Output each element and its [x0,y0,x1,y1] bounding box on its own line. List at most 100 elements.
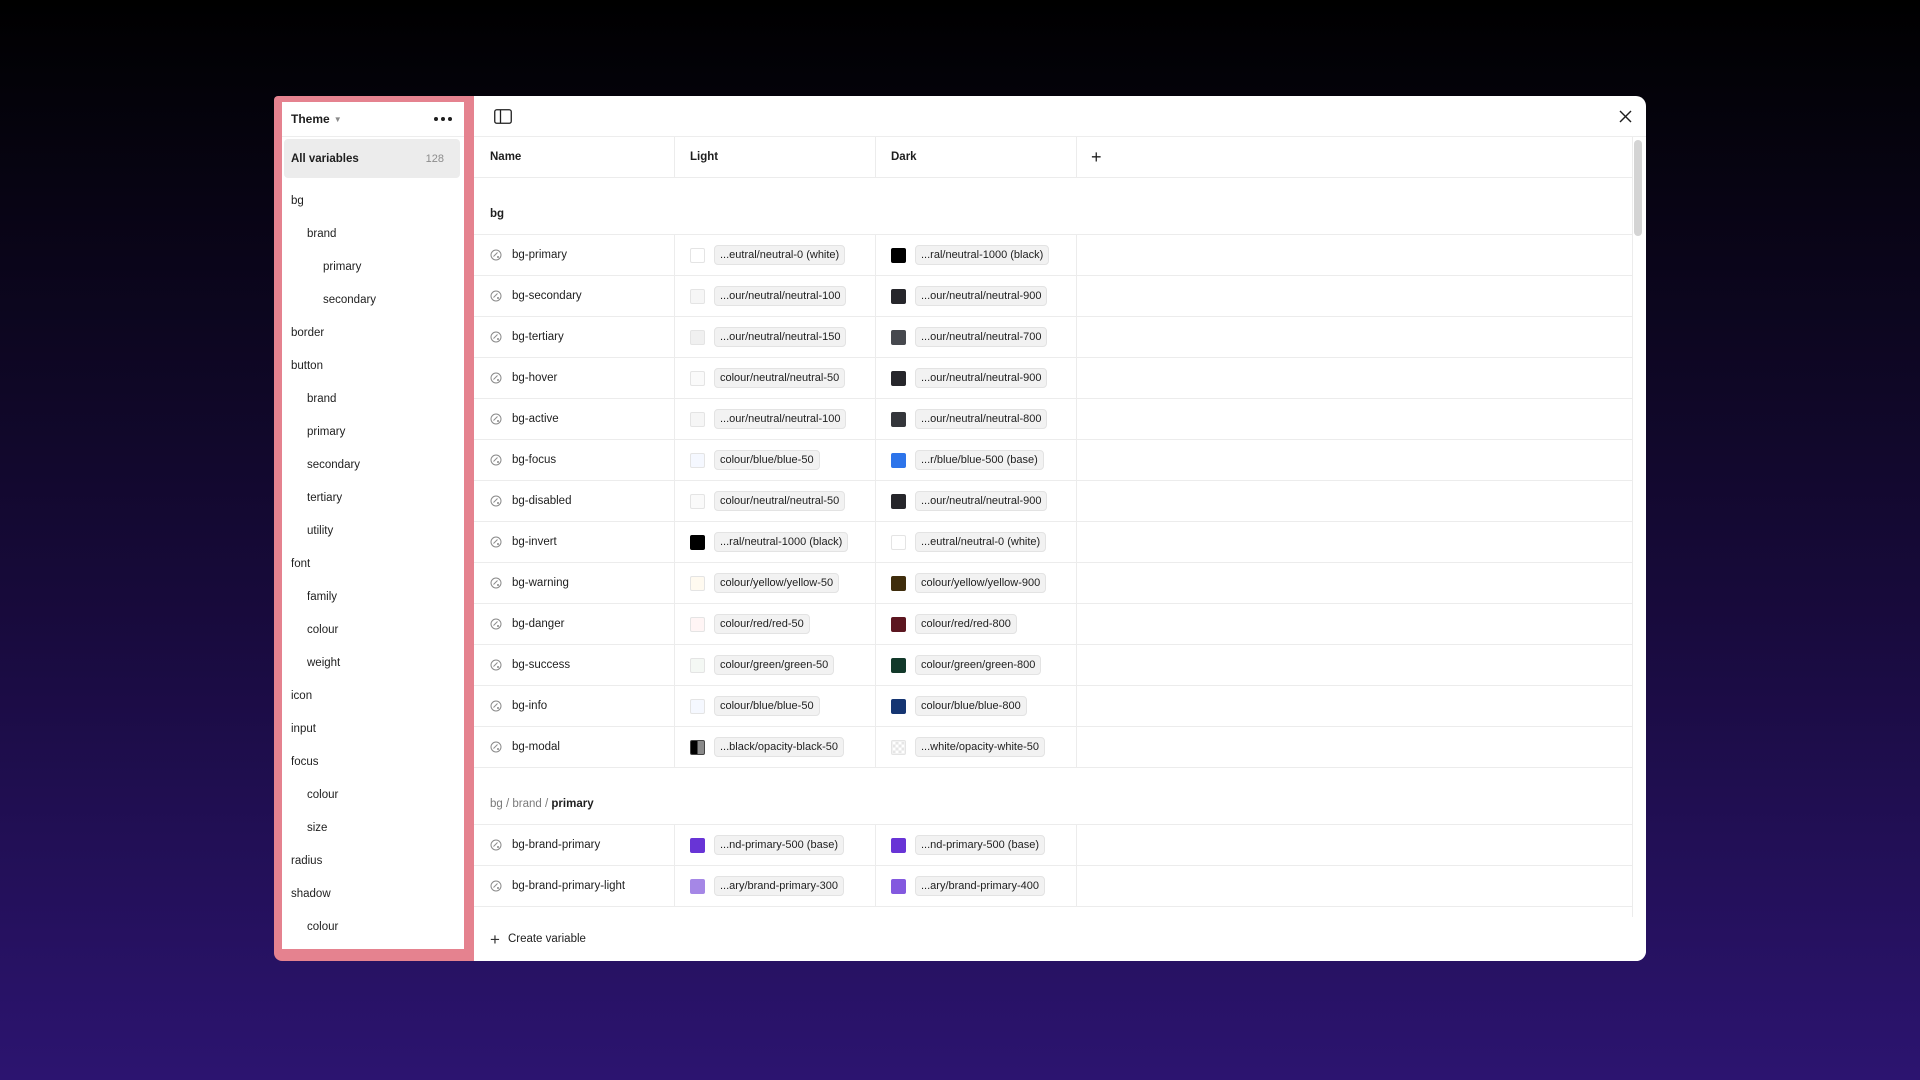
color-swatch[interactable] [690,288,705,304]
table-row[interactable]: bg-warning colour/yellow/yellow-50 colour/… [474,563,1632,604]
alias-pill[interactable]: ...our/neutral/neutral-900 [915,286,1048,306]
add-mode-icon[interactable]: + [1077,137,1632,177]
sidebar-item[interactable]: bg [282,184,464,217]
color-swatch[interactable] [891,493,906,509]
light-value-cell[interactable]: colour/red/red-50 [675,604,876,644]
alias-pill[interactable]: colour/red/red-50 [714,614,810,634]
dark-value-cell[interactable]: ...our/neutral/neutral-900 [876,481,1077,521]
color-swatch[interactable] [690,452,705,468]
light-value-cell[interactable]: ...eutral/neutral-0 (white) [675,235,876,275]
variable-name-cell[interactable]: bg-danger [474,604,675,644]
alias-pill[interactable]: colour/yellow/yellow-900 [915,573,1047,593]
sidebar-item[interactable]: weight [282,646,464,679]
color-swatch[interactable] [690,493,705,509]
variable-name-cell[interactable]: bg-warning [474,563,675,603]
alias-pill[interactable]: colour/yellow/yellow-50 [714,573,840,593]
dark-value-cell[interactable]: colour/green/green-800 [876,645,1077,685]
dark-value-cell[interactable]: ...ary/brand-primary-400 [876,866,1077,906]
more-options-icon[interactable] [430,113,456,125]
dark-value-cell[interactable]: ...our/neutral/neutral-700 [876,317,1077,357]
color-swatch[interactable] [690,837,705,853]
color-swatch[interactable] [690,739,705,755]
alias-pill[interactable]: ...black/opacity-black-50 [714,737,844,757]
variable-name-cell[interactable]: bg-invert [474,522,675,562]
column-header-name[interactable]: Name [474,137,675,177]
variable-name-cell[interactable]: bg-success [474,645,675,685]
variable-name-cell[interactable]: bg-info [474,686,675,726]
alias-pill[interactable]: ...nd-primary-500 (base) [714,835,844,855]
dark-value-cell[interactable]: colour/red/red-800 [876,604,1077,644]
alias-pill[interactable]: colour/blue/blue-800 [915,696,1027,716]
dark-value-cell[interactable]: ...ral/neutral-1000 (black) [876,235,1077,275]
dark-value-cell[interactable]: ...our/neutral/neutral-800 [876,399,1077,439]
toggle-sidebar-icon[interactable] [494,109,512,124]
light-value-cell[interactable]: colour/green/green-50 [675,645,876,685]
table-row[interactable]: bg-tertiary ...our/neutral/neutral-150...… [474,317,1632,358]
light-value-cell[interactable]: ...our/neutral/neutral-100 [675,399,876,439]
table-row[interactable]: bg-secondary ...our/neutral/neutral-100..… [474,276,1632,317]
alias-pill[interactable]: colour/red/red-800 [915,614,1017,634]
dark-value-cell[interactable]: colour/blue/blue-800 [876,686,1077,726]
color-swatch[interactable] [891,698,906,714]
table-row[interactable]: bg-invert ...ral/neutral-1000 (black) ...e… [474,522,1632,563]
table-row[interactable]: bg-info colour/blue/blue-50 colour/blue/bl… [474,686,1632,727]
column-header-light[interactable]: Light [675,137,876,177]
light-value-cell[interactable]: ...nd-primary-500 (base) [675,825,876,865]
color-swatch[interactable] [891,411,906,427]
sidebar-item[interactable]: family [282,580,464,613]
sidebar-item[interactable]: button [282,349,464,382]
variable-name-cell[interactable]: bg-disabled [474,481,675,521]
table-row[interactable]: bg-success colour/green/green-50 colour/gr… [474,645,1632,686]
variable-name-cell[interactable]: bg-primary [474,235,675,275]
alias-pill[interactable]: ...ral/neutral-1000 (black) [915,245,1050,265]
alias-pill[interactable]: ...our/neutral/neutral-800 [915,409,1048,429]
alias-pill[interactable]: ...our/neutral/neutral-150 [714,327,847,347]
sidebar-item[interactable]: colour [282,613,464,646]
sidebar-item[interactable]: colour [282,778,464,811]
collection-dropdown[interactable]: Theme ▼ [291,112,342,126]
dark-value-cell[interactable]: ...our/neutral/neutral-900 [876,358,1077,398]
variable-name-cell[interactable]: bg-brand-primary [474,825,675,865]
alias-pill[interactable]: ...eutral/neutral-0 (white) [915,532,1047,552]
alias-pill[interactable]: ...our/neutral/neutral-100 [714,286,847,306]
table-row[interactable]: bg-brand-primary-light ...ary/brand-prima… [474,866,1632,907]
color-swatch[interactable] [690,329,705,345]
color-swatch[interactable] [690,247,705,263]
alias-pill[interactable]: ...nd-primary-500 (base) [915,835,1045,855]
column-header-dark[interactable]: Dark [876,137,1077,177]
variable-name-cell[interactable]: bg-modal [474,727,675,767]
scrollbar-thumb[interactable] [1634,140,1642,236]
sidebar-item[interactable]: primary [282,415,464,448]
color-swatch[interactable] [891,657,906,673]
alias-pill[interactable]: ...eutral/neutral-0 (white) [714,245,846,265]
color-swatch[interactable] [690,534,705,550]
color-swatch[interactable] [891,370,906,386]
color-swatch[interactable] [891,878,906,894]
alias-pill[interactable]: ...white/opacity-white-50 [915,737,1045,757]
dark-value-cell[interactable]: colour/yellow/yellow-900 [876,563,1077,603]
alias-pill[interactable]: ...our/neutral/neutral-900 [915,491,1048,511]
sidebar-item[interactable]: border [282,316,464,349]
light-value-cell[interactable]: colour/neutral/neutral-50 [675,481,876,521]
alias-pill[interactable]: colour/green/green-800 [915,655,1042,675]
sidebar-item[interactable]: brand [282,217,464,250]
color-swatch[interactable] [891,534,906,550]
color-swatch[interactable] [891,247,906,263]
variable-name-cell[interactable]: bg-focus [474,440,675,480]
light-value-cell[interactable]: ...ral/neutral-1000 (black) [675,522,876,562]
sidebar-item[interactable]: input [282,712,464,745]
color-swatch[interactable] [891,452,906,468]
alias-pill[interactable]: ...ary/brand-primary-300 [714,876,844,896]
sidebar-item[interactable]: focus [282,745,464,778]
create-variable-button[interactable]: + Create variable [474,917,1646,961]
color-swatch[interactable] [690,370,705,386]
dark-value-cell[interactable]: ...nd-primary-500 (base) [876,825,1077,865]
dark-value-cell[interactable]: ...eutral/neutral-0 (white) [876,522,1077,562]
sidebar-item[interactable]: size [282,811,464,844]
sidebar-item[interactable]: shadow [282,877,464,910]
light-value-cell[interactable]: colour/blue/blue-50 [675,686,876,726]
color-swatch[interactable] [690,411,705,427]
light-value-cell[interactable]: colour/blue/blue-50 [675,440,876,480]
sidebar-item[interactable]: radius [282,844,464,877]
color-swatch[interactable] [891,616,906,632]
